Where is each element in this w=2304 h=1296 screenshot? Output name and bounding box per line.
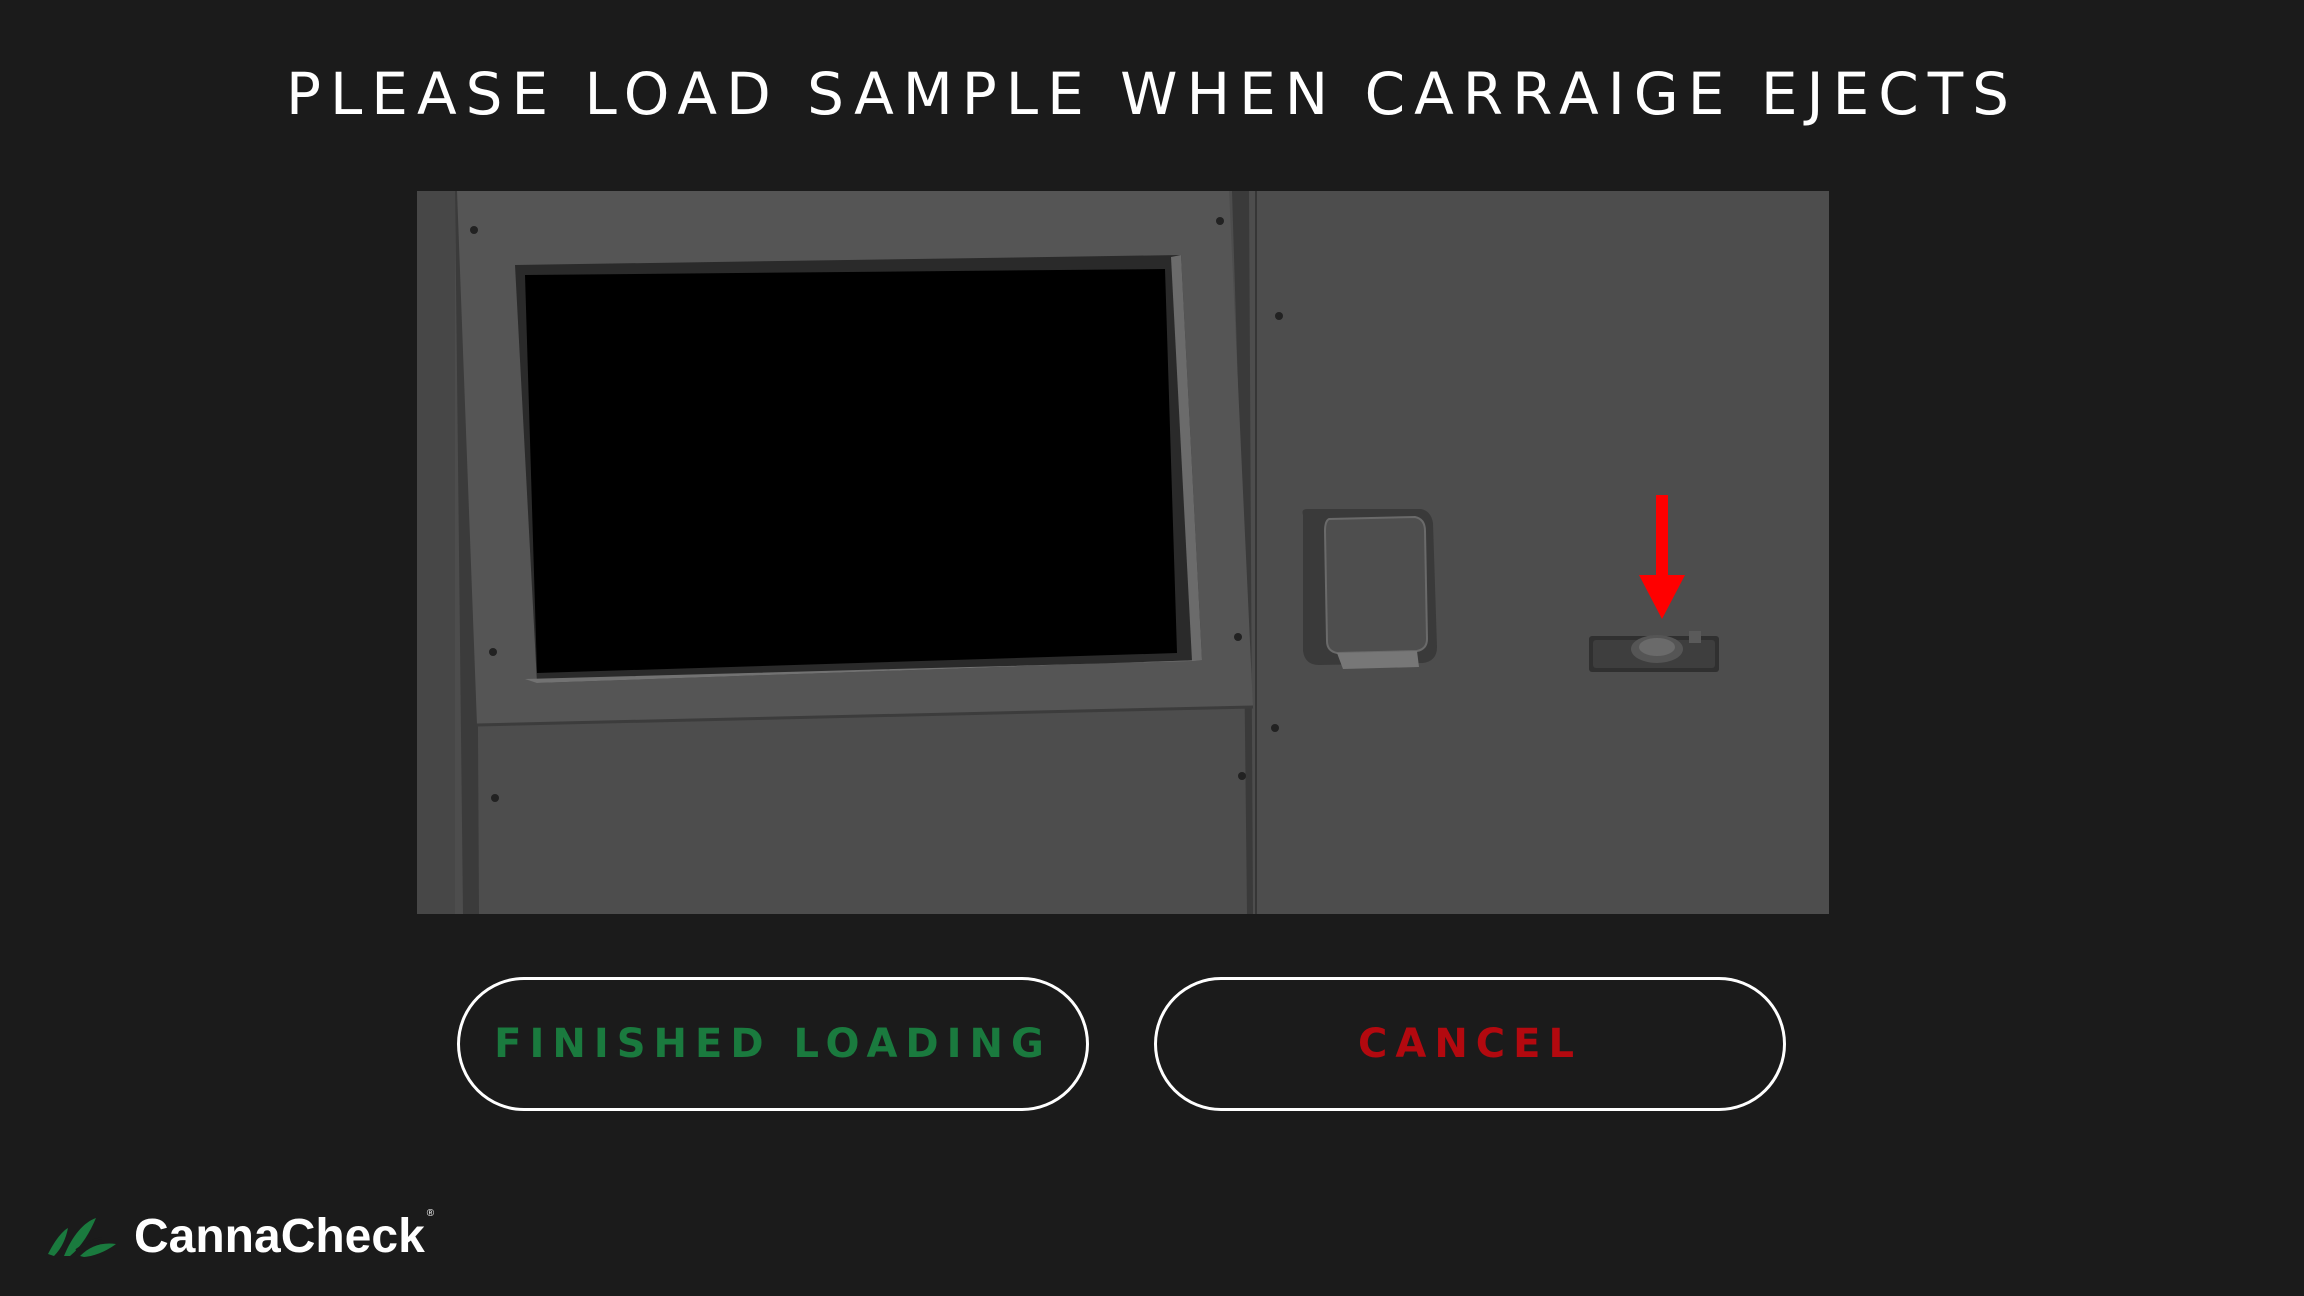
- leaf-logo-icon: [46, 1214, 118, 1258]
- screen-display: [525, 269, 1177, 673]
- registered-mark: ®: [426, 1208, 435, 1219]
- sample-carriage: [1589, 631, 1719, 672]
- brand-logo: CannaCheck ®: [46, 1206, 434, 1266]
- cancel-button[interactable]: CANCEL: [1154, 977, 1786, 1111]
- page-title: PLEASE LOAD SAMPLE WHEN CARRAIGE EJECTS: [286, 60, 2018, 128]
- finished-loading-button[interactable]: FINISHED LOADING: [457, 977, 1089, 1111]
- card-reader: [1302, 509, 1437, 669]
- device-illustration: [417, 191, 1829, 914]
- finished-loading-label: FINISHED LOADING: [494, 1021, 1052, 1067]
- cancel-label: CANCEL: [1358, 1021, 1582, 1067]
- device-left-edge: [417, 191, 455, 914]
- brand-name: CannaCheck: [134, 1209, 425, 1263]
